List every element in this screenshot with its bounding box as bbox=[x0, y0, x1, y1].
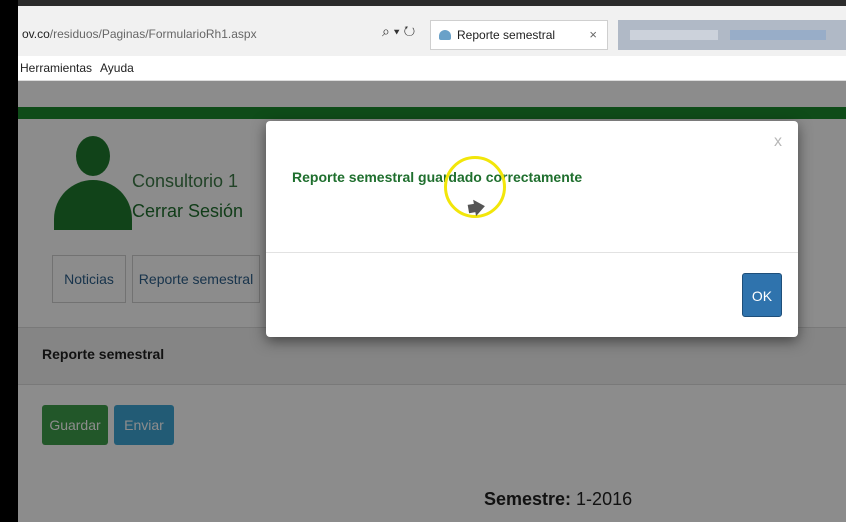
favicon-icon bbox=[439, 30, 451, 40]
tab-title: Reporte semestral bbox=[457, 28, 556, 42]
ok-button[interactable]: OK bbox=[742, 273, 782, 317]
url-text[interactable]: ov.co/residuos/Paginas/FormularioRh1.asp… bbox=[22, 27, 257, 41]
modal-divider bbox=[266, 252, 798, 253]
address-bar[interactable]: ov.co/residuos/Paginas/FormularioRh1.asp… bbox=[18, 6, 846, 57]
menu-ayuda[interactable]: Ayuda bbox=[100, 61, 134, 75]
browser-tab-reporte[interactable]: Reporte semestral × bbox=[430, 20, 608, 50]
blurred-tab-2[interactable] bbox=[730, 30, 826, 40]
other-tabs[interactable] bbox=[618, 20, 846, 50]
success-modal: x Reporte semestral guardado correctamen… bbox=[266, 121, 798, 337]
modal-close-icon[interactable]: x bbox=[774, 133, 782, 151]
tab-close-icon[interactable]: × bbox=[589, 27, 597, 42]
blurred-tab-1[interactable] bbox=[630, 30, 718, 40]
menu-herramientas[interactable]: Herramientas bbox=[20, 61, 92, 75]
search-refresh-icons[interactable]: ⌕ ▾ ↻ bbox=[382, 23, 415, 40]
menu-bar: Herramientas Ayuda bbox=[18, 56, 846, 81]
modal-message: Reporte semestral guardado correctamente bbox=[292, 169, 583, 185]
screen: ov.co/residuos/Paginas/FormularioRh1.asp… bbox=[18, 0, 846, 522]
